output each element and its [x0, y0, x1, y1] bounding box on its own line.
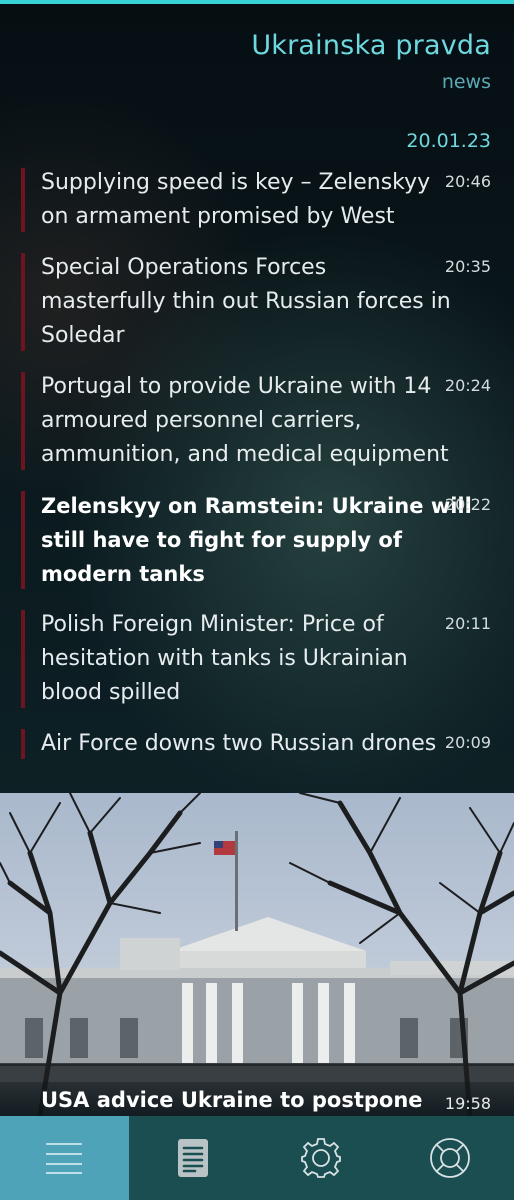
gear-icon: [301, 1138, 342, 1178]
white-house-image: [0, 793, 514, 1116]
news-headline: Supplying speed is key – Zelenskyy on ar…: [41, 166, 444, 234]
headline-line: Portugal to provide Ukraine with 14: [41, 374, 432, 399]
news-headline: Air Force downs two Russian drones: [41, 727, 444, 761]
tab-settings[interactable]: [257, 1116, 386, 1200]
news-time: 20:11: [444, 614, 491, 633]
news-item[interactable]: Air Force downs two Russian drones 20:09: [0, 727, 514, 761]
headline-line: masterfully thin out Russian forces in: [41, 289, 451, 314]
app-subtitle: news: [441, 71, 491, 93]
news-item-bar: [21, 253, 25, 351]
top-accent-line: [0, 0, 514, 4]
news-time: 20:35: [444, 257, 491, 276]
news-time: 20:46: [444, 172, 491, 191]
tab-documents[interactable]: [129, 1116, 258, 1200]
news-headline: Portugal to provide Ukraine with 14 armo…: [41, 370, 449, 472]
menu-icon: [46, 1143, 83, 1174]
news-headline: Polish Foreign Minister: Price of hesita…: [41, 608, 444, 710]
headline-line: Special Operations Forces: [41, 255, 327, 280]
news-time: 20:22: [444, 495, 491, 514]
news-item-bar: [21, 372, 25, 470]
headline-line: armoured personnel carriers,: [41, 408, 362, 433]
news-item-bar: [21, 610, 25, 708]
news-item[interactable]: Polish Foreign Minister: Price of hesita…: [0, 608, 514, 710]
tab-menu[interactable]: [0, 1116, 129, 1200]
featured-news-photo[interactable]: [0, 793, 514, 1116]
news-item[interactable]: Zelenskyy on Ramstein: Ukraine will stil…: [0, 489, 514, 591]
headline-line: modern tanks: [41, 562, 205, 586]
app-title: Ukrainska pravda: [251, 30, 491, 61]
news-item[interactable]: Portugal to provide Ukraine with 14 armo…: [0, 370, 514, 472]
date-label: 20.01.23: [406, 130, 491, 152]
news-time: 20:24: [444, 376, 491, 395]
news-item[interactable]: Special Operations Forces masterfully th…: [0, 251, 514, 353]
news-item[interactable]: Supplying speed is key – Zelenskyy on ar…: [0, 166, 514, 234]
headline-line: Polish Foreign Minister: Price of: [41, 612, 384, 637]
headline-line: still have to fight for supply of: [41, 528, 402, 552]
headline-line: blood spilled: [41, 680, 181, 705]
headline-line: Zelenskyy on Ramstein: Ukraine will: [41, 494, 472, 518]
news-list: Supplying speed is key – Zelenskyy on ar…: [0, 166, 514, 778]
news-time: 20:09: [444, 733, 491, 752]
news-item-bar: [21, 729, 25, 759]
bottom-tab-bar: [0, 1116, 514, 1200]
headline-line: hesitation with tanks is Ukrainian: [41, 646, 408, 671]
headline-line: Supplying speed is key – Zelenskyy: [41, 170, 431, 195]
news-headline: Special Operations Forces masterfully th…: [41, 251, 451, 353]
headline-line: Air Force downs two Russian drones: [41, 731, 437, 756]
document-icon: [177, 1139, 208, 1177]
news-headline: Zelenskyy on Ramstein: Ukraine will stil…: [41, 489, 472, 591]
news-item-bar: [21, 491, 25, 589]
headline-line: Soledar: [41, 323, 125, 348]
app-header: Ukrainska pravda news: [251, 30, 491, 93]
tab-help[interactable]: [386, 1116, 514, 1200]
headline-line: ammunition, and medical equipment: [41, 442, 449, 467]
lifebuoy-icon: [429, 1138, 470, 1178]
headline-line: on armament promised by West: [41, 204, 395, 229]
featured-time: 19:58: [444, 1094, 491, 1113]
featured-headline[interactable]: USA advice Ukraine to postpone: [41, 1088, 423, 1112]
news-item-bar: [21, 168, 25, 232]
